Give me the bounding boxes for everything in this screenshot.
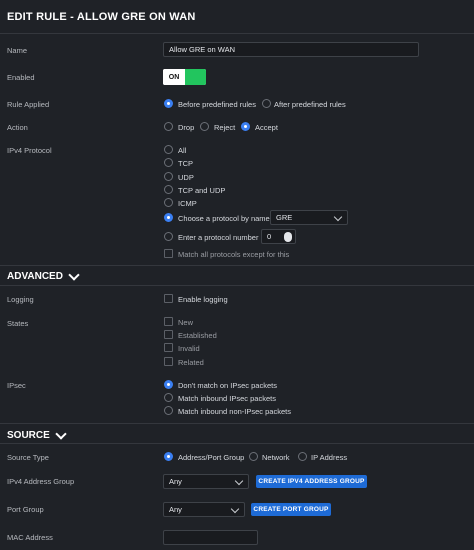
source-section-title: SOURCE [7, 430, 50, 441]
protocol-name-value: GRE [276, 213, 293, 222]
state-established-checkbox[interactable] [164, 330, 173, 339]
protocol-all-label: All [178, 146, 187, 155]
action-label: Action [7, 123, 28, 132]
port-group-value: Any [169, 505, 182, 514]
protocol-name-select[interactable]: GRE [270, 210, 348, 225]
state-new-label: New [178, 318, 194, 327]
advanced-section-header[interactable]: ADVANCED [7, 268, 80, 282]
source-type-network-radio[interactable] [249, 452, 258, 461]
chevron-down-icon [68, 268, 80, 281]
protocol-tcp-udp-label: TCP and UDP [178, 186, 226, 195]
port-group-select[interactable]: Any [163, 502, 245, 517]
protocol-number-input[interactable]: 0 [261, 229, 296, 244]
source-type-group-radio[interactable] [164, 452, 173, 461]
action-accept-radio[interactable] [241, 122, 250, 131]
ipsec-inbound-label: Match inbound IPsec packets [178, 394, 276, 403]
enabled-toggle[interactable]: ON [163, 69, 206, 85]
match-all-except-label: Match all protocols except for this [178, 250, 290, 259]
state-new-checkbox[interactable] [164, 317, 173, 326]
state-invalid-checkbox[interactable] [164, 343, 173, 352]
state-related-label: Related [178, 358, 204, 367]
source-type-label: Source Type [7, 453, 49, 462]
rule-before-radio[interactable] [164, 99, 173, 108]
stepper-icon[interactable] [284, 232, 292, 242]
create-ipv4-group-button[interactable]: CREATE IPV4 ADDRESS GROUP [256, 475, 367, 488]
enable-logging-label: Enable logging [178, 295, 228, 304]
protocol-number-radio[interactable] [164, 232, 173, 241]
action-reject-label: Reject [214, 123, 236, 132]
source-bottom-divider [0, 443, 474, 444]
action-accept-label: Accept [255, 123, 278, 132]
advanced-bottom-divider [0, 285, 474, 286]
source-section-header[interactable]: SOURCE [7, 427, 67, 441]
state-established-label: Established [178, 331, 217, 340]
logging-label: Logging [7, 295, 34, 304]
enabled-label: Enabled [7, 73, 35, 82]
source-top-divider [0, 423, 474, 424]
action-drop-label: Drop [178, 123, 195, 132]
state-invalid-label: Invalid [178, 344, 200, 353]
protocol-number-value: 0 [267, 232, 272, 241]
mac-address-label: MAC Address [7, 533, 53, 542]
protocol-number-label: Enter a protocol number [178, 233, 259, 242]
enable-logging-checkbox[interactable] [164, 294, 173, 303]
protocol-icmp-label: ICMP [178, 199, 197, 208]
ipsec-inbound-radio[interactable] [164, 393, 173, 402]
match-all-except-checkbox[interactable] [164, 249, 173, 258]
source-type-ip-label: IP Address [311, 453, 348, 462]
protocol-icmp-radio[interactable] [164, 198, 173, 207]
ipsec-non-ipsec-radio[interactable] [164, 406, 173, 415]
protocol-tcp-radio[interactable] [164, 158, 173, 167]
advanced-top-divider [0, 265, 474, 266]
create-port-group-button[interactable]: CREATE PORT GROUP [251, 503, 331, 516]
rule-after-radio[interactable] [262, 99, 271, 108]
protocol-udp-label: UDP [178, 173, 194, 182]
ipv4-protocol-label: IPv4 Protocol [7, 146, 52, 155]
ipsec-dont-match-radio[interactable] [164, 380, 173, 389]
protocol-tcp-label: TCP [178, 159, 193, 168]
ipv4-group-label: IPv4 Address Group [7, 477, 75, 486]
chevron-down-icon [333, 212, 343, 222]
chevron-down-icon [234, 476, 244, 486]
ipv4-group-value: Any [169, 477, 182, 486]
name-label: Name [7, 46, 28, 55]
protocol-udp-radio[interactable] [164, 172, 173, 181]
mac-address-input[interactable] [163, 530, 258, 545]
chevron-down-icon [55, 427, 67, 440]
toggle-knob [185, 69, 206, 85]
toggle-state-label: ON [163, 69, 185, 85]
ipsec-label: IPsec [7, 381, 26, 390]
protocol-all-radio[interactable] [164, 145, 173, 154]
states-label: States [7, 319, 29, 328]
source-type-group-label: Address/Port Group [178, 453, 245, 462]
name-input[interactable]: Allow GRE on WAN [163, 42, 419, 57]
chevron-down-icon [230, 504, 240, 514]
state-related-checkbox[interactable] [164, 357, 173, 366]
protocol-by-name-radio[interactable] [164, 213, 173, 222]
rule-before-label: Before predefined rules [178, 100, 256, 109]
source-type-network-label: Network [262, 453, 290, 462]
page-title: EDIT RULE - ALLOW GRE ON WAN [0, 0, 474, 34]
advanced-section-title: ADVANCED [7, 271, 63, 282]
ipv4-group-select[interactable]: Any [163, 474, 249, 489]
rule-applied-label: Rule Applied [7, 100, 50, 109]
action-drop-radio[interactable] [164, 122, 173, 131]
ipsec-non-ipsec-label: Match inbound non-IPsec packets [178, 407, 291, 416]
rule-after-label: After predefined rules [274, 100, 346, 109]
ipsec-dont-match-label: Don't match on IPsec packets [178, 381, 277, 390]
source-type-ip-radio[interactable] [298, 452, 307, 461]
port-group-label: Port Group [7, 505, 44, 514]
protocol-by-name-label: Choose a protocol by name [178, 214, 270, 223]
action-reject-radio[interactable] [200, 122, 209, 131]
protocol-tcp-udp-radio[interactable] [164, 185, 173, 194]
